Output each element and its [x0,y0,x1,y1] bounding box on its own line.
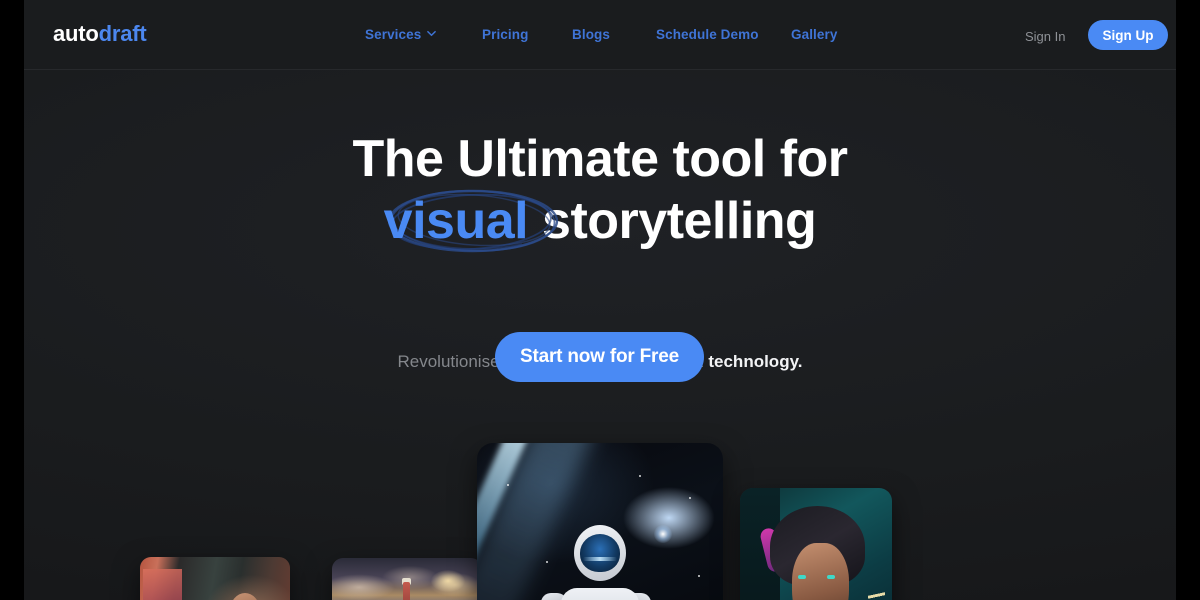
nav-item-blogs[interactable]: Blogs [572,27,610,42]
nav-item-pricing[interactable]: Pricing [482,27,528,42]
character-right-eye [826,575,835,580]
hero-headline-highlight: visual [383,192,529,250]
brand-logo[interactable]: autodraft [53,22,147,46]
page-root: autodraft Services Pricing Blogs Schedul… [0,0,1200,600]
hero-gallery [24,70,1176,600]
star-dot [688,497,691,500]
accent-stripes-right [867,591,885,600]
nav-item-schedule-demo-label: Schedule Demo [656,27,759,42]
gallery-card-cyberpunk-portrait[interactable] [740,488,892,600]
gallery-card-image [477,443,723,600]
site-canvas: autodraft Services Pricing Blogs Schedul… [24,0,1176,600]
gallery-card-elderly-man-portrait[interactable] [140,557,290,600]
sign-up-button[interactable]: Sign Up [1088,20,1168,50]
site-header: autodraft Services Pricing Blogs Schedul… [24,0,1176,70]
gallery-card-image [332,558,482,600]
star-dot [639,474,642,477]
star-dot [698,574,701,577]
hero-section: The Ultimate tool for visual storytellin… [24,70,1176,600]
nav-item-schedule-demo[interactable]: Schedule Demo [656,27,759,42]
gallery-card-image [740,488,892,600]
nav-item-gallery-label: Gallery [791,27,838,42]
astronaut-visor [580,533,620,572]
brand-logo-part1: auto [53,21,99,46]
distant-star-glow [654,524,673,543]
nav-item-pricing-label: Pricing [482,27,529,42]
star-dot [545,561,548,564]
nav-item-gallery[interactable]: Gallery [791,27,837,42]
gallery-card-astronaut-in-space[interactable] [477,443,723,600]
nav-item-services[interactable]: Services [365,27,437,42]
sun-glow [431,569,465,592]
sign-in-link[interactable]: Sign In [1025,29,1065,44]
chevron-down-icon [427,29,437,38]
lighthouse-tower [403,581,411,600]
poster-shape [143,569,182,600]
star-dot [506,483,509,486]
figure-head [230,593,260,600]
visor-light-streak [583,556,617,561]
gallery-card-lighthouse-seascape[interactable] [332,558,482,600]
astronaut-torso [561,588,639,600]
nav-item-blogs-label: Blogs [572,27,611,42]
brand-logo-part2: draft [98,21,147,46]
nav-item-services-label: Services [365,27,422,42]
character-left-eye [797,575,806,580]
gallery-card-image [140,557,290,600]
